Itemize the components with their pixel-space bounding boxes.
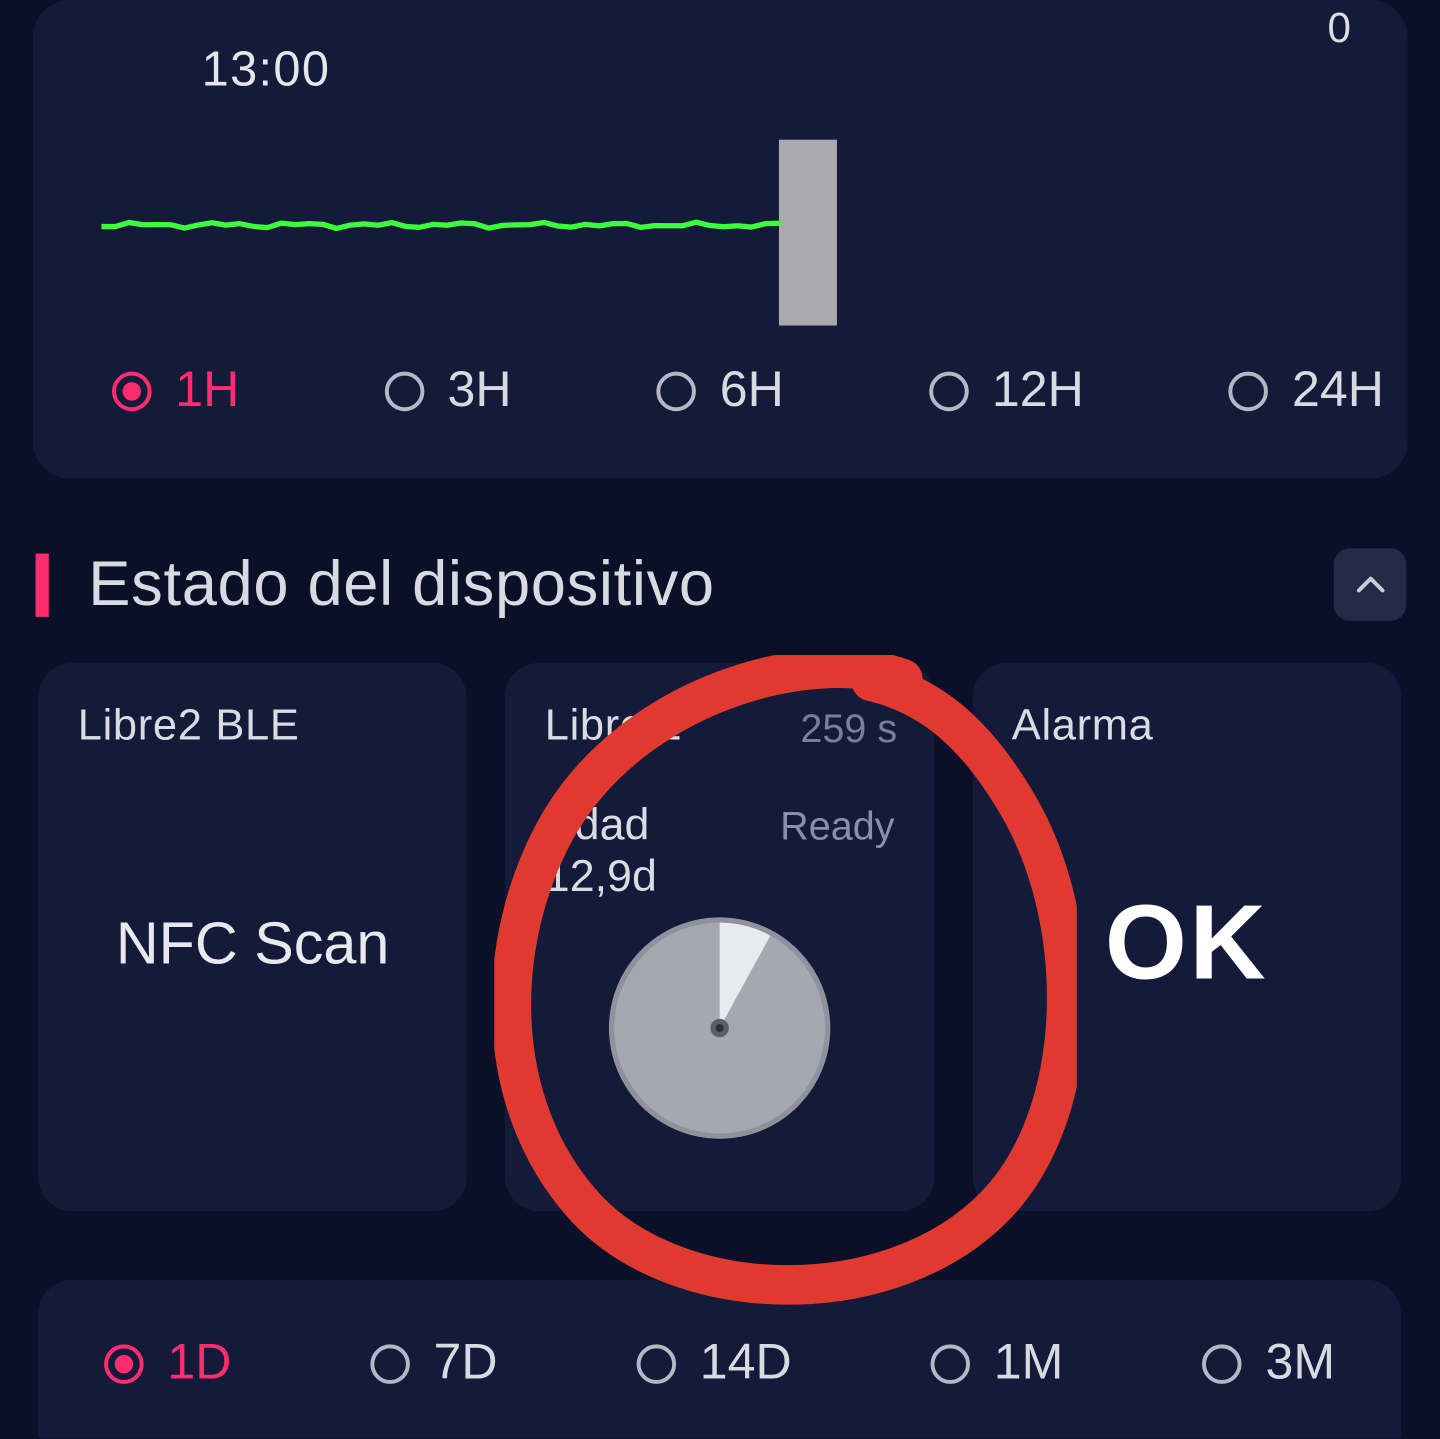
section-accent-bar bbox=[36, 553, 49, 616]
radio-label: 14D bbox=[700, 1335, 792, 1392]
radio-label: 7D bbox=[434, 1335, 498, 1392]
alarm-card-title: Alarma bbox=[1012, 700, 1362, 750]
nfc-scan-card[interactable]: Libre2 BLE NFC Scan bbox=[38, 663, 467, 1211]
sensor-progress-gauge bbox=[606, 915, 833, 1148]
collapse-section-button[interactable] bbox=[1334, 548, 1406, 620]
stats-range-option-1m[interactable]: 1M bbox=[931, 1335, 1064, 1392]
radio-icon bbox=[636, 1344, 676, 1384]
glucose-line-chart bbox=[101, 206, 1300, 327]
chart-range-option-3h[interactable]: 3H bbox=[384, 362, 511, 419]
radio-icon bbox=[384, 371, 424, 411]
alarm-ok-label: OK bbox=[1105, 883, 1268, 1004]
chevron-up-icon bbox=[1356, 575, 1385, 593]
radio-label: 1M bbox=[994, 1335, 1064, 1392]
sensor-status-card[interactable]: Libre 2 259 s Edad 12,9d Ready bbox=[505, 663, 934, 1211]
radio-label: 12H bbox=[992, 362, 1084, 419]
sensor-ready-status: Ready bbox=[780, 805, 894, 850]
section-title: Estado del dispositivo bbox=[88, 548, 714, 620]
radio-icon bbox=[1229, 371, 1269, 411]
chart-x-time-label: 13:00 bbox=[202, 42, 331, 97]
radio-icon bbox=[931, 1344, 971, 1384]
radio-icon bbox=[1202, 1344, 1242, 1384]
stats-range-card: 1D 7D 14D 1M 3M bbox=[38, 1280, 1401, 1438]
device-status-section-header: Estado del dispositivo bbox=[36, 548, 1407, 620]
radio-label: 1H bbox=[175, 362, 239, 419]
nfc-scan-label: NFC Scan bbox=[116, 910, 390, 979]
stats-range-option-14d[interactable]: 14D bbox=[636, 1335, 791, 1392]
chart-range-option-1h[interactable]: 1H bbox=[112, 362, 239, 419]
radio-icon bbox=[656, 371, 696, 411]
chart-y-zero-label: 0 bbox=[1327, 4, 1352, 53]
radio-label: 24H bbox=[1292, 362, 1384, 419]
stats-range-option-7d[interactable]: 7D bbox=[370, 1335, 497, 1392]
radio-icon bbox=[370, 1344, 410, 1384]
stats-range-option-1d[interactable]: 1D bbox=[104, 1335, 231, 1392]
alarm-status-card[interactable]: Alarma OK bbox=[972, 663, 1401, 1211]
sensor-seconds-value: 259 s bbox=[800, 708, 897, 753]
radio-label: 6H bbox=[720, 362, 784, 419]
sensor-age-label: Edad 12,9d bbox=[545, 800, 754, 903]
radio-icon bbox=[112, 371, 152, 411]
chart-range-option-12h[interactable]: 12H bbox=[929, 362, 1084, 419]
radio-icon bbox=[929, 371, 969, 411]
glucose-chart-card: 0 13:00 1H 3H 6H 12H 24H bbox=[33, 0, 1408, 478]
radio-icon bbox=[104, 1344, 144, 1384]
chart-range-option-24h[interactable]: 24H bbox=[1229, 362, 1384, 419]
radio-label: 3M bbox=[1266, 1335, 1336, 1392]
stats-range-option-3m[interactable]: 3M bbox=[1202, 1335, 1335, 1392]
radio-label: 1D bbox=[167, 1335, 231, 1392]
nfc-card-title: Libre2 BLE bbox=[78, 700, 428, 750]
radio-label: 3H bbox=[448, 362, 512, 419]
chart-range-option-6h[interactable]: 6H bbox=[656, 362, 783, 419]
